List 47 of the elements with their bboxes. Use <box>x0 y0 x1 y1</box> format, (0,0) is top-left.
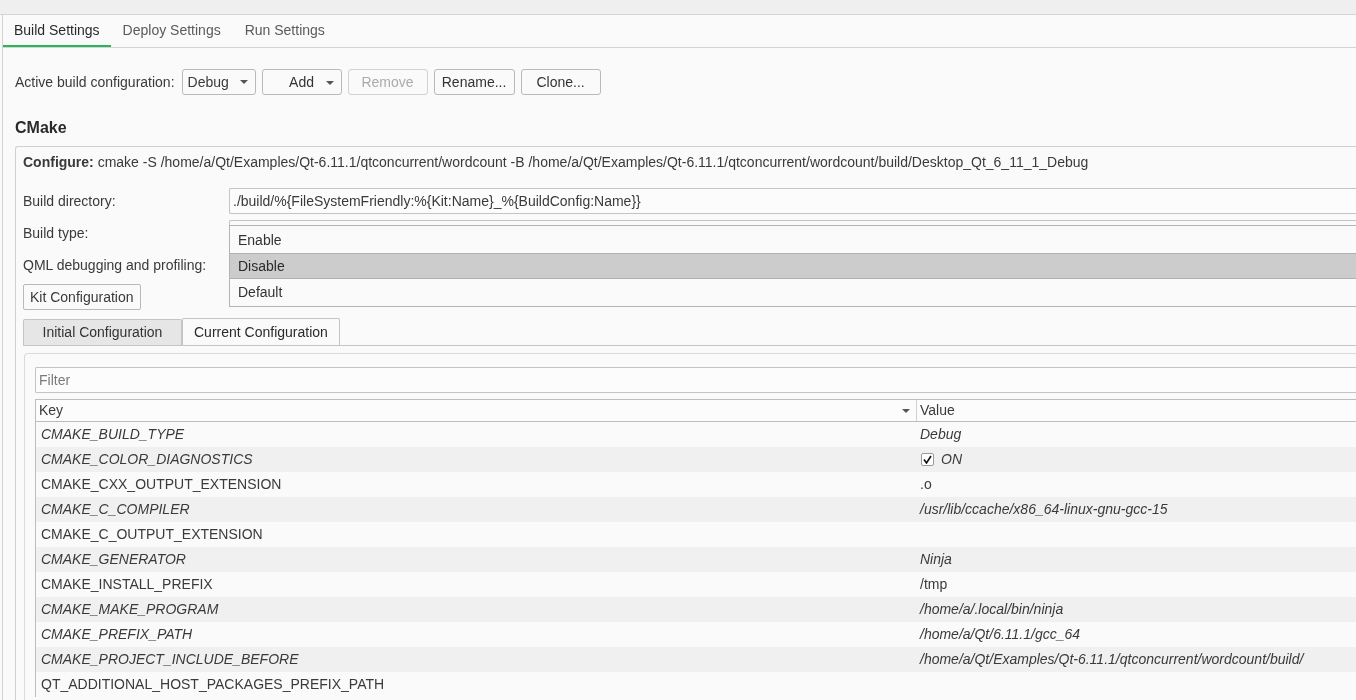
push-button: Remove <box>347 69 428 95</box>
caret-icon <box>325 81 334 85</box>
push-button[interactable]: Clone... <box>520 69 601 95</box>
tab[interactable]: Initial Configuration <box>23 319 182 345</box>
tab[interactable]: Run Settings <box>232 15 337 47</box>
table-cell-text: CMAKE_C_COMPILER <box>40 500 191 519</box>
table-cell-text: CMAKE_PROJECT_INCLUDE_BEFORE <box>40 650 300 669</box>
kit-configuration-button[interactable]: Kit Configuration <box>23 284 141 310</box>
table-cell-text: QT_ADDITIONAL_HOST_PACKAGES_PREFIX_PATH <box>40 675 386 694</box>
build-directory-field[interactable]: ./build/%{FileSystemFriendly:%{Kit:Name}_%{BuildConfig:Name}} <box>229 188 1356 214</box>
table-cell-text: CMAKE_GENERATOR <box>40 550 187 569</box>
value-text: /tmp <box>920 575 948 594</box>
table-cell-text: CMAKE_C_OUTPUT_EXTENSION <box>40 525 264 544</box>
add-menu-button[interactable]: Add <box>261 69 342 95</box>
value-text: /home/a/.local/bin/ninja <box>920 600 1064 619</box>
value-text: /home/a/Qt/Examples/Qt-6.11.1/qtconcurrent/wordcount/build/ <box>920 650 1304 669</box>
table-cell-text: CMAKE_BUILD_TYPE <box>40 425 186 444</box>
caret-icon <box>902 408 910 413</box>
field-label: Active build configuration: <box>15 72 175 92</box>
field-label: Build directory: <box>23 192 116 211</box>
value-text: /home/a/Qt/6.11.1/gcc_64 <box>920 625 1081 644</box>
caret-icon <box>239 80 248 84</box>
tab[interactable]: Current Configuration <box>182 318 340 346</box>
configure-command: Configure: cmake -S /home/a/Qt/Examples/Qt-6.11.1/qtconcurrent/wordcount -B /home/a/Qt/Examples/Qt-6.11.1/qtconcurrent/wordcount/build/Desktop_Qt_6_11_1_Debug <box>23 153 1089 172</box>
value-text: /usr/lib/ccache/x86_64-linux-gnu-gcc-15 <box>920 500 1168 519</box>
tab[interactable]: Build Settings <box>3 15 111 47</box>
checkbox[interactable] <box>921 453 934 466</box>
value-text: .o <box>920 475 932 494</box>
value-text: Ninja <box>920 550 952 569</box>
table-cell-text: CMAKE_CXX_OUTPUT_EXTENSION <box>40 475 283 494</box>
table-cell-text: CMAKE_INSTALL_PREFIX <box>40 575 214 594</box>
field-label: Build type: <box>23 224 89 243</box>
filter-field[interactable]: Filter <box>35 367 1356 393</box>
menu-item[interactable]: Enable <box>230 227 1356 253</box>
menu-item[interactable]: Disable <box>230 253 1356 279</box>
check-icon <box>923 455 932 464</box>
table-cell-text: CMAKE_MAKE_PROGRAM <box>40 600 220 619</box>
push-button[interactable]: Rename... <box>433 69 515 95</box>
configuration-combo[interactable]: Debug <box>181 69 256 95</box>
table-cell-text: CMAKE_PREFIX_PATH <box>40 625 194 644</box>
field-label: QML debugging and profiling: <box>23 256 207 275</box>
table-cell-text: CMAKE_COLOR_DIAGNOSTICS <box>40 450 254 469</box>
menu-item[interactable]: Default <box>230 279 1356 305</box>
value-text: Debug <box>920 425 962 444</box>
section-title: CMake <box>15 118 67 138</box>
value-text: ON <box>941 450 962 469</box>
tab[interactable]: Deploy Settings <box>110 15 233 47</box>
